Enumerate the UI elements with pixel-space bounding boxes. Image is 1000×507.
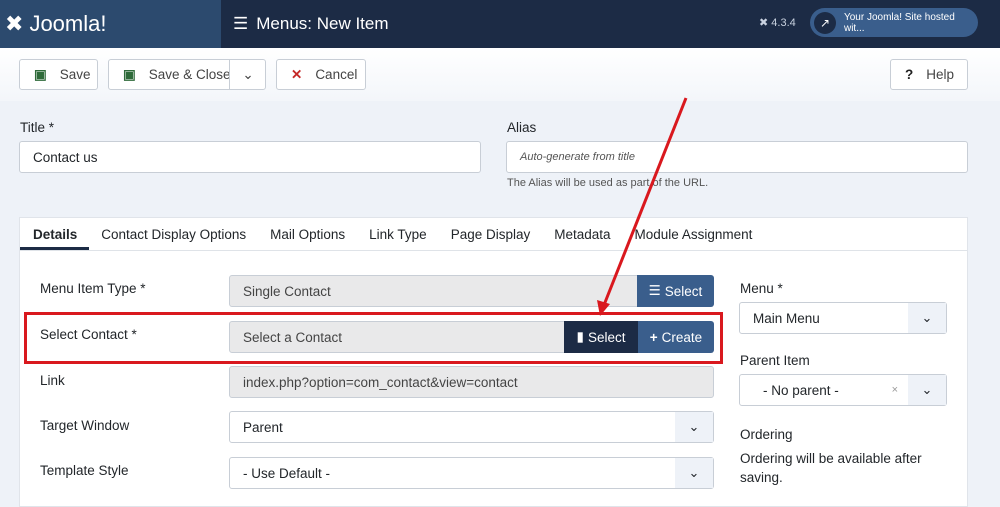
annotation-overlay [24,97,723,364]
annotation-arrow [602,97,688,306]
highlight-box [24,312,723,364]
